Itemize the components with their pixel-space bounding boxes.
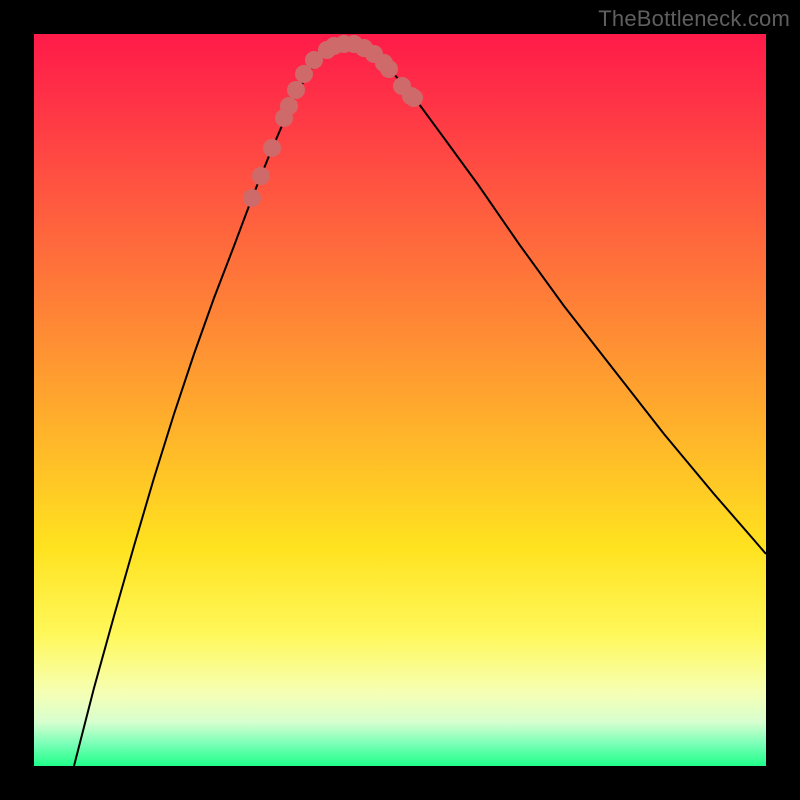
curve-marker (280, 97, 298, 115)
marker-group (243, 35, 423, 207)
curve-marker (252, 167, 270, 185)
chart-overlay (34, 34, 766, 766)
curve-marker (380, 60, 398, 78)
curve-marker (287, 81, 305, 99)
curve-marker (263, 139, 281, 157)
bottleneck-curve (74, 44, 766, 766)
curve-marker (243, 189, 261, 207)
watermark-text: TheBottleneck.com (598, 6, 790, 32)
curve-marker (405, 89, 423, 107)
chart-frame: TheBottleneck.com (0, 0, 800, 800)
